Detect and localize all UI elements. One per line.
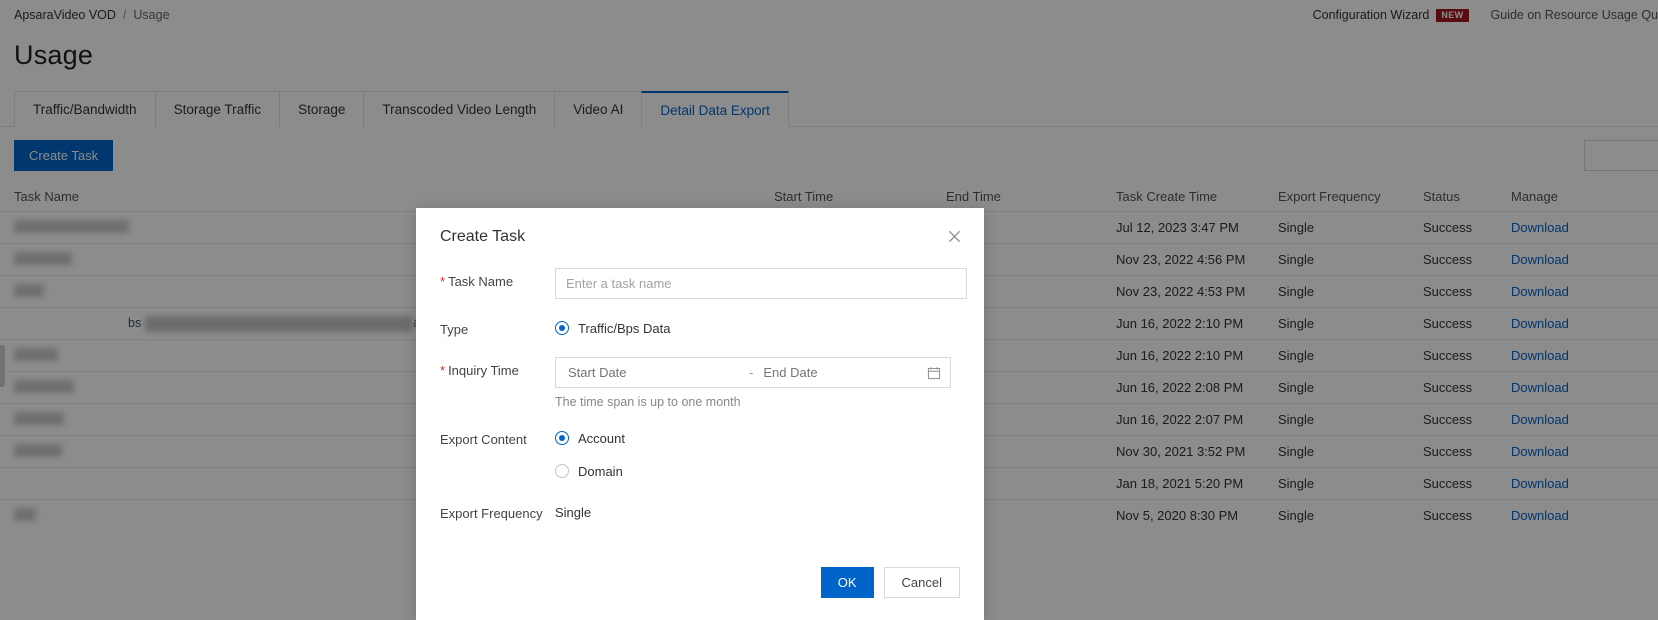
date-range-picker[interactable]: - bbox=[555, 357, 951, 388]
inquiry-time-hint: The time span is up to one month bbox=[555, 395, 741, 409]
dialog-header: Create Task bbox=[416, 208, 984, 246]
end-date-input[interactable] bbox=[761, 364, 937, 381]
usage-page: ApsaraVideo VOD / Usage Configuration Wi… bbox=[0, 0, 1658, 620]
radio-option-domain[interactable]: Domain bbox=[555, 459, 960, 483]
create-task-dialog: Create Task *Task Name Type bbox=[416, 208, 984, 620]
date-range-separator: - bbox=[749, 365, 754, 380]
radio-icon-account[interactable] bbox=[555, 431, 569, 445]
required-marker: * bbox=[440, 274, 446, 289]
control-export-frequency: Single bbox=[555, 500, 960, 520]
radio-icon-domain[interactable] bbox=[555, 464, 569, 478]
control-inquiry-time: - The time span is up to one month bbox=[555, 357, 960, 409]
field-inquiry-time: *Inquiry Time - bbox=[440, 357, 960, 409]
radio-option-account[interactable]: Account bbox=[555, 426, 960, 450]
close-icon[interactable] bbox=[944, 226, 964, 246]
dialog-body: *Task Name Type Traffic/Bps Data bbox=[416, 246, 984, 521]
radio-label-traffic-bps-data: Traffic/Bps Data bbox=[578, 320, 671, 336]
label-task-name-text: Task Name bbox=[448, 274, 514, 289]
required-marker: * bbox=[440, 363, 446, 378]
start-date-input[interactable] bbox=[566, 364, 741, 381]
label-export-content: Export Content bbox=[440, 432, 527, 447]
cancel-button[interactable]: Cancel bbox=[883, 567, 960, 598]
radio-label-domain: Domain bbox=[578, 463, 623, 479]
label-inquiry-time: * Inquiry Time bbox=[440, 357, 555, 378]
field-export-content: Export Content Account Domain bbox=[440, 426, 960, 483]
control-type: Traffic/Bps Data bbox=[555, 316, 960, 340]
field-task-name: * Task Name bbox=[440, 268, 967, 299]
field-type: Type Traffic/Bps Data bbox=[440, 316, 960, 340]
label-inquiry-time-text: Inquiry Time bbox=[448, 363, 519, 378]
control-task-name bbox=[555, 268, 967, 299]
dialog-title: Create Task bbox=[440, 228, 526, 245]
label-export-frequency: Export Frequency bbox=[440, 506, 543, 521]
dialog-footer: OK Cancel bbox=[416, 567, 984, 620]
export-frequency-value: Single bbox=[555, 505, 592, 520]
label-task-name: * Task Name bbox=[440, 268, 555, 289]
radio-option-traffic-bps-data[interactable]: Traffic/Bps Data bbox=[555, 316, 960, 340]
radio-label-account: Account bbox=[578, 430, 625, 446]
calendar-icon[interactable] bbox=[927, 366, 941, 380]
field-export-frequency: Export Frequency Single bbox=[440, 500, 960, 521]
radio-icon-traffic-bps-data[interactable] bbox=[555, 321, 569, 335]
ok-button[interactable]: OK bbox=[820, 567, 874, 598]
control-export-content: Account Domain bbox=[555, 426, 960, 483]
task-name-input[interactable] bbox=[555, 268, 967, 299]
label-type: Type bbox=[440, 322, 469, 337]
